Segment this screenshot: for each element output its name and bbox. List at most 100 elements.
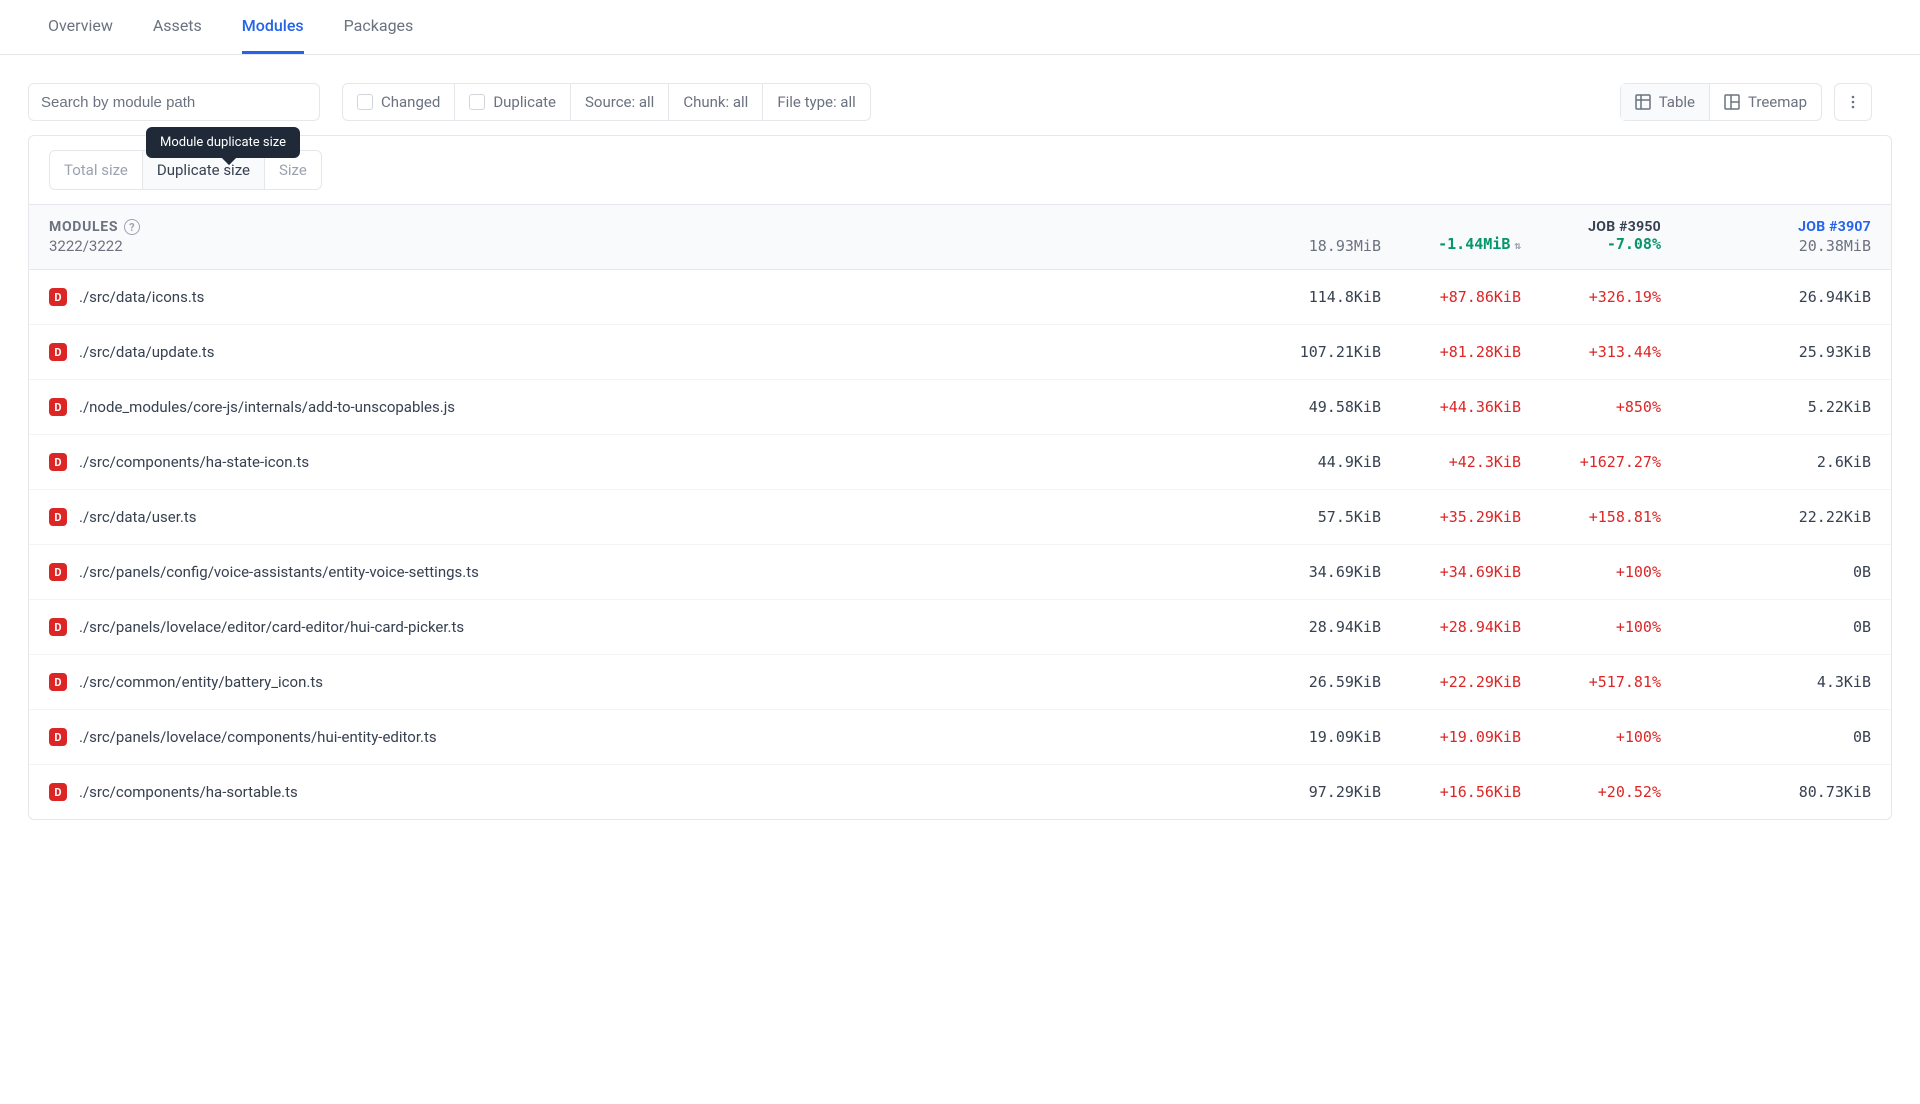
filter-changed-label: Changed (381, 93, 440, 111)
size-a: 49.58KiB (1211, 398, 1381, 416)
view-treemap-button[interactable]: Treemap (1710, 84, 1821, 120)
search-input[interactable] (28, 83, 320, 121)
help-icon[interactable]: ? (124, 219, 140, 235)
duplicate-badge-icon: D (49, 783, 67, 801)
size-delta: +87.86KiB (1381, 288, 1521, 306)
size-delta-pct: +326.19% (1521, 288, 1661, 306)
size-delta-pct: +517.81% (1521, 673, 1661, 691)
size-delta-pct: +20.52% (1521, 783, 1661, 801)
view-table-label: Table (1659, 93, 1695, 111)
module-path: ./src/data/update.ts (79, 343, 1211, 361)
view-toggle: Table Treemap (1620, 83, 1822, 121)
module-path: ./src/components/ha-state-icon.ts (79, 453, 1211, 471)
tab-packages[interactable]: Packages (344, 0, 414, 54)
size-delta-pct: +100% (1521, 618, 1661, 636)
table-row[interactable]: D ./node_modules/core-js/internals/add-to… (29, 380, 1891, 435)
filter-source[interactable]: Source: all (571, 84, 669, 120)
table-row[interactable]: D./src/data/user.ts57.5KiB+35.29KiB+158.… (29, 490, 1891, 545)
module-path: ./src/panels/config/voice-assistants/ent… (79, 563, 1211, 581)
col-delta-pct: JOB #3950 -7.08% (1521, 219, 1661, 255)
table-row[interactable]: D ./src/components/ha-sortable.ts97.29KiB… (29, 765, 1891, 819)
delta-pct-value: -7.08% (1521, 235, 1661, 253)
duplicate-badge-icon: D (49, 288, 67, 306)
module-path: ./src/panels/lovelace/editor/card-editor… (79, 618, 1211, 636)
checkbox-icon (357, 94, 373, 110)
duplicate-badge-icon: D (49, 398, 67, 416)
table-row[interactable]: D./src/data/icons.ts114.8KiB+87.86KiB+32… (29, 270, 1891, 325)
job-a-label: JOB #3950 (1521, 219, 1661, 235)
module-path: ./src/data/icons.ts (79, 288, 1211, 306)
tooltip: Module duplicate size (146, 127, 300, 158)
modules-count: 3222/3222 (49, 237, 1211, 255)
module-path: ./src/common/entity/battery_icon.ts (79, 673, 1211, 691)
size-a: 57.5KiB (1211, 508, 1381, 526)
size-delta-pct: +158.81% (1521, 508, 1661, 526)
tab-overview[interactable]: Overview (48, 0, 113, 54)
size-b: 5.22KiB (1661, 398, 1871, 416)
tab-assets[interactable]: Assets (153, 0, 202, 54)
sort-icon: ⇅ (1514, 239, 1521, 252)
duplicate-badge-icon: D (49, 618, 67, 636)
size-a: 97.29KiB (1211, 783, 1381, 801)
table-row[interactable]: D./src/data/update.ts107.21KiB+81.28KiB+… (29, 325, 1891, 380)
col-delta[interactable]: -1.44MiB⇅ (1381, 219, 1521, 255)
duplicate-badge-icon: D (49, 343, 67, 361)
view-table-button[interactable]: Table (1621, 84, 1710, 120)
size-delta-pct: +1627.27% (1521, 453, 1661, 471)
table-icon (1635, 94, 1651, 110)
duplicate-badge-icon: D (49, 673, 67, 691)
total-a: 18.93MiB (1211, 237, 1381, 255)
size-b: 22.22KiB (1661, 508, 1871, 526)
size-b: 4.3KiB (1661, 673, 1871, 691)
filter-group: Changed Duplicate Source: all Chunk: all… (342, 83, 871, 121)
table-row[interactable]: D./src/panels/lovelace/components/hui-en… (29, 710, 1891, 765)
module-path: ./src/panels/lovelace/components/hui-ent… (79, 728, 1211, 746)
col-job-b[interactable]: JOB #3907 20.38MiB (1661, 219, 1871, 255)
filter-chunk[interactable]: Chunk: all (669, 84, 763, 120)
controls-bar: Module duplicate size Changed Duplicate … (0, 55, 1920, 121)
size-b: 0B (1661, 618, 1871, 636)
size-a: 44.9KiB (1211, 453, 1381, 471)
size-delta: +28.94KiB (1381, 618, 1521, 636)
filter-duplicate[interactable]: Duplicate (455, 84, 571, 120)
size-b: 25.93KiB (1661, 343, 1871, 361)
col-job-a: 18.93MiB (1211, 219, 1381, 255)
modules-table: Total size Duplicate size Size MODULES ?… (28, 135, 1892, 820)
size-b: 80.73KiB (1661, 783, 1871, 801)
size-a: 107.21KiB (1211, 343, 1381, 361)
table-header: MODULES ? 3222/3222 18.93MiB -1.44MiB⇅ J… (29, 204, 1891, 270)
size-delta: +34.69KiB (1381, 563, 1521, 581)
view-treemap-label: Treemap (1748, 93, 1807, 111)
tab-modules[interactable]: Modules (242, 0, 304, 54)
module-path: ./node_modules/core-js/internals/add-to-… (79, 398, 1211, 416)
size-delta-pct: +100% (1521, 728, 1661, 746)
size-tab-total[interactable]: Total size (49, 150, 143, 190)
treemap-icon (1724, 94, 1740, 110)
size-a: 34.69KiB (1211, 563, 1381, 581)
total-b: 20.38MiB (1661, 237, 1871, 255)
size-b: 2.6KiB (1661, 453, 1871, 471)
filter-changed[interactable]: Changed (343, 84, 455, 120)
module-path: ./src/components/ha-sortable.ts (79, 783, 1211, 801)
size-b: 0B (1661, 728, 1871, 746)
module-path: ./src/data/user.ts (79, 508, 1211, 526)
table-row[interactable]: D ./src/components/ha-state-icon.ts44.9Ki… (29, 435, 1891, 490)
size-delta: +22.29KiB (1381, 673, 1521, 691)
size-delta: +42.3KiB (1381, 453, 1521, 471)
size-delta-pct: +313.44% (1521, 343, 1661, 361)
size-b: 0B (1661, 563, 1871, 581)
table-row[interactable]: D./src/panels/config/voice-assistants/en… (29, 545, 1891, 600)
job-b-label[interactable]: JOB #3907 (1661, 219, 1871, 235)
filter-duplicate-label: Duplicate (493, 93, 556, 111)
size-tabs: Total size Duplicate size Size (29, 136, 1891, 204)
main-tabs: Overview Assets Modules Packages (0, 0, 1920, 55)
size-delta: +16.56KiB (1381, 783, 1521, 801)
duplicate-badge-icon: D (49, 453, 67, 471)
size-a: 28.94KiB (1211, 618, 1381, 636)
filter-filetype[interactable]: File type: all (763, 84, 869, 120)
table-row[interactable]: D ./src/panels/lovelace/editor/card-edito… (29, 600, 1891, 655)
more-button[interactable] (1834, 83, 1872, 121)
table-row[interactable]: D ./src/common/entity/battery_icon.ts26.5… (29, 655, 1891, 710)
size-a: 26.59KiB (1211, 673, 1381, 691)
size-delta-pct: +100% (1521, 563, 1661, 581)
